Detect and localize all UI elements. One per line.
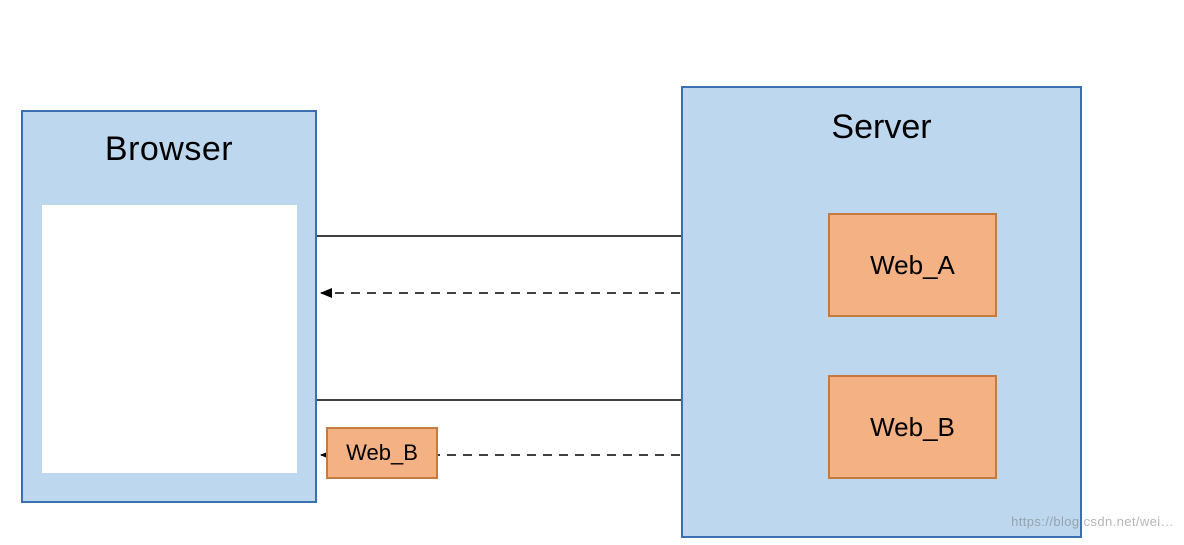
- server-web-a-label: Web_A: [870, 250, 955, 281]
- floating-web-b-box: Web_B: [326, 427, 438, 479]
- floating-web-b-label: Web_B: [346, 440, 418, 466]
- server-web-b-label: Web_B: [870, 412, 955, 443]
- diagram-canvas: Browser Server Web_A Web_B Web_B https:/…: [0, 0, 1184, 545]
- server-title: Server: [681, 108, 1082, 147]
- browser-title: Browser: [21, 130, 317, 169]
- server-web-b-box: Web_B: [828, 375, 997, 479]
- watermark-text: https://blog.csdn.net/wei…: [1011, 514, 1174, 529]
- browser-viewport: [42, 205, 297, 473]
- server-web-a-box: Web_A: [828, 213, 997, 317]
